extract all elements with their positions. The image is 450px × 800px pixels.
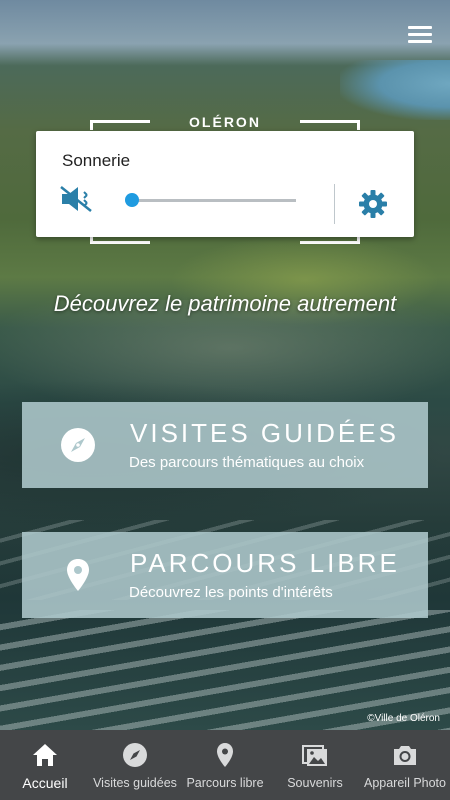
- tab-label: Accueil: [22, 775, 68, 791]
- sound-panel-title: Sonnerie: [62, 151, 131, 170]
- brand-title: OLÉRON: [189, 114, 261, 130]
- tab-souvenirs[interactable]: Souvenirs: [270, 730, 360, 800]
- volume-slider-track[interactable]: [132, 199, 296, 202]
- background-photo: [0, 0, 450, 730]
- home-icon: [33, 744, 57, 766]
- tab-label: Visites guidées: [93, 776, 177, 790]
- visites-guidees-button[interactable]: VISITES GUIDÉES Des parcours thématiques…: [22, 402, 428, 488]
- map-pin-icon: [67, 559, 89, 591]
- photo-credit: ©Ville de Oléron: [367, 713, 440, 724]
- tagline: Découvrez le patrimoine autrement: [53, 291, 397, 316]
- parcours-libre-subtitle: Découvrez les points d'intérêts: [129, 584, 333, 601]
- speaker-muted-icon[interactable]: [58, 184, 94, 214]
- visites-guidees-subtitle: Des parcours thématiques au choix: [129, 454, 365, 471]
- tab-label: Parcours libre: [186, 776, 264, 790]
- tab-visites-guidees[interactable]: Visites guidées: [90, 730, 180, 800]
- visites-guidees-title: VISITES GUIDÉES: [130, 418, 399, 448]
- compass-icon: [123, 743, 147, 767]
- volume-slider-thumb[interactable]: [125, 193, 139, 207]
- hamburger-menu-icon[interactable]: [408, 26, 432, 44]
- tab-accueil[interactable]: Accueil: [0, 730, 90, 800]
- tab-label: Appareil Photo: [363, 776, 446, 790]
- camera-icon: [394, 746, 416, 765]
- tab-appareil-photo[interactable]: Appareil Photo: [360, 730, 450, 800]
- parcours-libre-title: PARCOURS LIBRE: [130, 548, 400, 578]
- tab-label: Souvenirs: [287, 776, 343, 790]
- tab-parcours-libre[interactable]: Parcours libre: [180, 730, 270, 800]
- sound-panel: Sonnerie: [36, 131, 414, 237]
- parcours-libre-button[interactable]: PARCOURS LIBRE Découvrez les points d'in…: [22, 532, 428, 618]
- photos-icon: [302, 745, 327, 766]
- compass-icon: [61, 428, 95, 462]
- bottom-tab-bar: Accueil Visites guidées Parcours libre S…: [0, 730, 450, 800]
- map-pin-icon: [217, 743, 233, 767]
- gear-icon[interactable]: [358, 189, 388, 219]
- panel-divider: [334, 184, 335, 224]
